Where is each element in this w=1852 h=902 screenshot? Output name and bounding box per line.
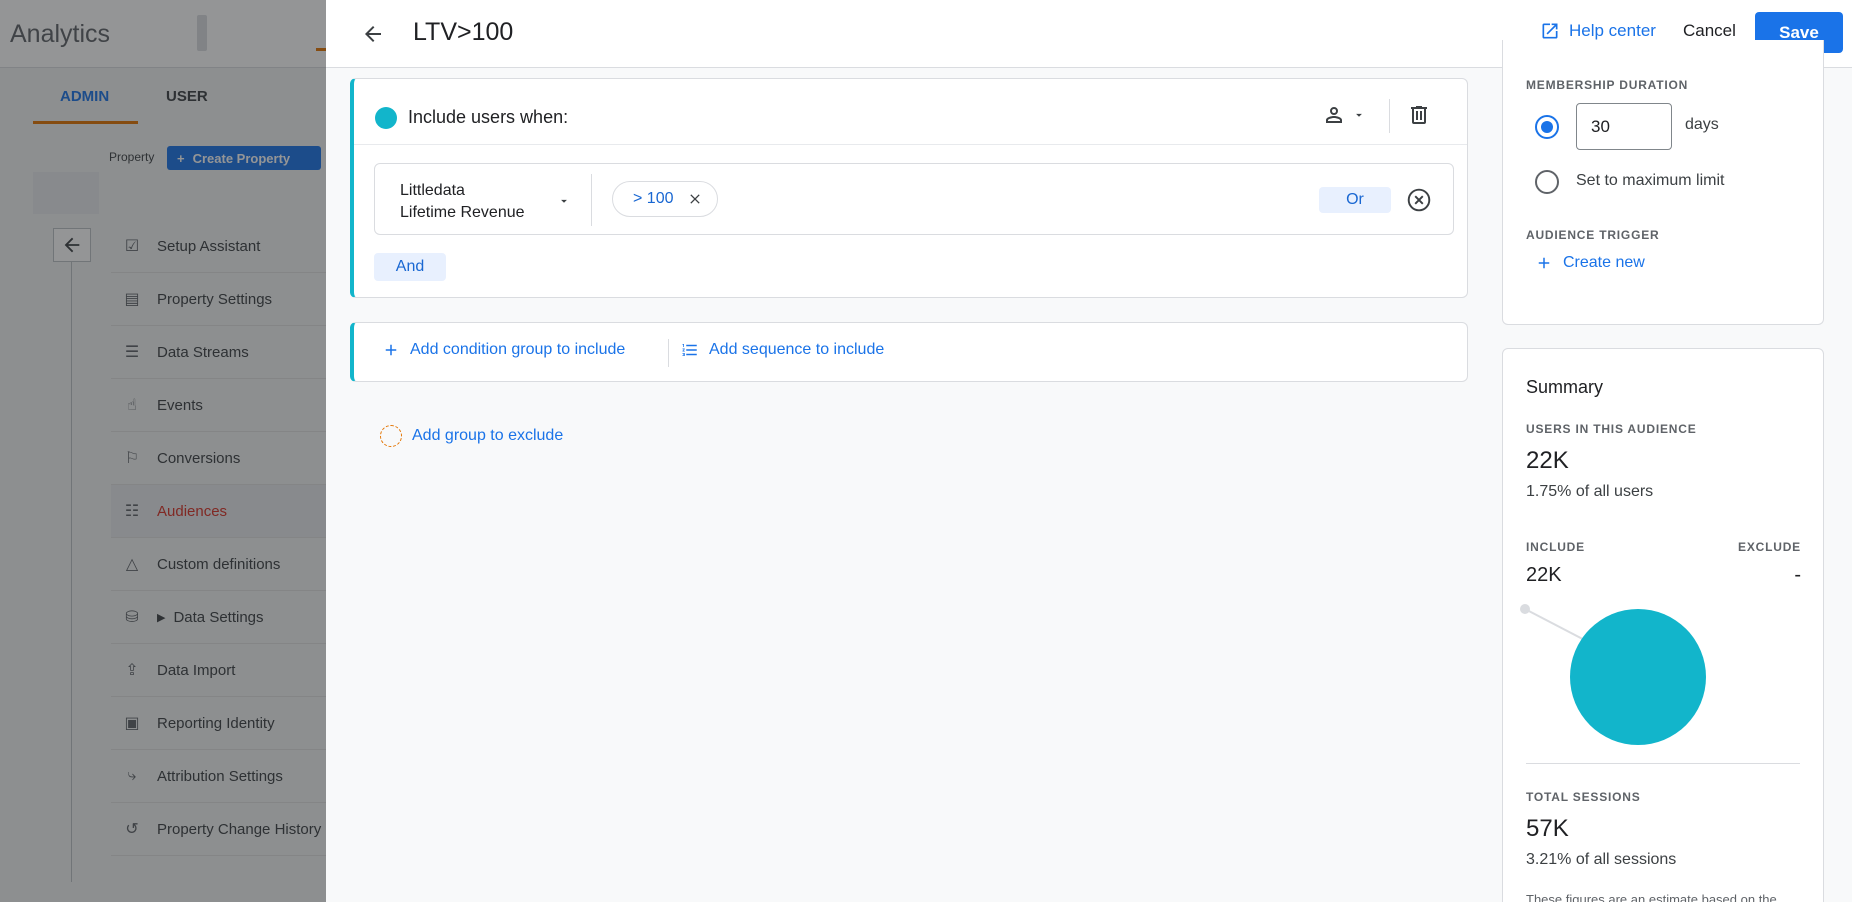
exclude-count-value: - <box>1794 564 1801 586</box>
open-in-new-icon <box>1542 23 1558 39</box>
membership-duration-label: MEMBERSHIP DURATION <box>1526 78 1689 92</box>
and-button[interactable]: And <box>374 253 446 281</box>
add-exclude-label: Add group to exclude <box>412 427 564 444</box>
days-unit-label: days <box>1685 116 1719 133</box>
or-button[interactable]: Or <box>1319 187 1391 213</box>
audience-title: LTV>100 <box>413 18 514 46</box>
exclude-count-label: EXCLUDE <box>1738 540 1801 554</box>
duration-days-input[interactable] <box>1576 103 1672 150</box>
add-condition-group-label: Add condition group to include <box>410 341 626 358</box>
dimension-dropdown[interactable] <box>557 194 571 213</box>
arrow-left-icon <box>365 26 381 42</box>
condition-divider <box>591 174 592 226</box>
audience-editor-panel: LTV>100 Help center Cancel Save Include … <box>326 0 1852 902</box>
dashed-circle-icon <box>380 425 402 447</box>
header-divider <box>1389 99 1390 133</box>
create-trigger-button[interactable]: Create new <box>1535 254 1645 272</box>
add-sequence-label: Add sequence to include <box>709 341 885 358</box>
include-group-header: Include users when: <box>354 79 1467 145</box>
list-numbered-icon <box>682 344 697 356</box>
sessions-label: TOTAL SESSIONS <box>1526 790 1641 804</box>
include-dot-icon <box>375 107 397 129</box>
summary-title: Summary <box>1526 377 1604 397</box>
plus-icon <box>385 344 397 356</box>
modal-scrim[interactable] <box>0 0 326 902</box>
person-icon <box>1326 107 1342 123</box>
scope-selector[interactable] <box>1322 103 1366 127</box>
cancel-button[interactable]: Cancel <box>1683 21 1736 41</box>
actions-divider <box>668 339 669 367</box>
venn-leader-dot <box>1520 604 1530 614</box>
audience-venn <box>1520 604 1706 745</box>
caret-down-icon <box>1356 113 1362 117</box>
dimension-line-2: Lifetime Revenue <box>400 204 525 221</box>
remove-condition-button[interactable] <box>1406 187 1432 218</box>
help-center-label: Help center <box>1569 21 1656 40</box>
include-count-label: INCLUDE <box>1526 540 1585 554</box>
delete-group-button[interactable] <box>1407 103 1431 132</box>
add-condition-group-button[interactable]: Add condition group to include <box>382 341 625 359</box>
cancel-circle-icon <box>1407 188 1431 212</box>
summary-divider <box>1526 763 1800 764</box>
include-circle <box>1570 609 1706 745</box>
plus-icon <box>1538 257 1550 269</box>
include-label: Include users when: <box>408 107 569 127</box>
max-limit-label: Set to maximum limit <box>1576 172 1725 189</box>
include-condition-group: Include users when: Littledata Lifetime … <box>350 78 1468 298</box>
create-new-label: Create new <box>1563 254 1645 271</box>
dimension-line-1: Littledata <box>400 182 465 199</box>
include-count-value: 22K <box>1526 564 1562 586</box>
filter-chip[interactable]: > 100 <box>612 181 719 217</box>
membership-card: MEMBERSHIP DURATION days Set to maximum … <box>1502 40 1824 325</box>
caret-down-icon <box>561 199 567 203</box>
users-value: 22K <box>1526 447 1569 474</box>
sessions-percent: 3.21% of all sessions <box>1526 851 1677 868</box>
condition-row: Littledata Lifetime Revenue > 100 Or <box>374 163 1454 235</box>
max-limit-radio[interactable] <box>1535 170 1559 194</box>
sessions-value: 57K <box>1526 815 1569 842</box>
add-include-actions: Add condition group to include Add seque… <box>350 322 1468 382</box>
users-label: USERS IN THIS AUDIENCE <box>1526 422 1697 436</box>
duration-days-radio[interactable] <box>1535 115 1559 139</box>
add-exclude-group-button[interactable]: Add group to exclude <box>380 425 563 447</box>
estimate-note: These figures are an estimate based on t… <box>1526 892 1777 902</box>
close-icon[interactable] <box>687 191 703 207</box>
filter-value: > 100 <box>633 190 674 207</box>
audience-trigger-label: AUDIENCE TRIGGER <box>1526 228 1660 242</box>
trash-icon <box>1411 106 1427 124</box>
users-percent: 1.75% of all users <box>1526 483 1654 500</box>
dimension-selector[interactable]: Littledata Lifetime Revenue <box>400 180 525 224</box>
summary-card: Summary USERS IN THIS AUDIENCE 22K 1.75%… <box>1502 348 1824 902</box>
add-sequence-button[interactable]: Add sequence to include <box>681 341 884 359</box>
help-center-link[interactable]: Help center <box>1540 21 1656 41</box>
back-button[interactable] <box>357 18 389 50</box>
